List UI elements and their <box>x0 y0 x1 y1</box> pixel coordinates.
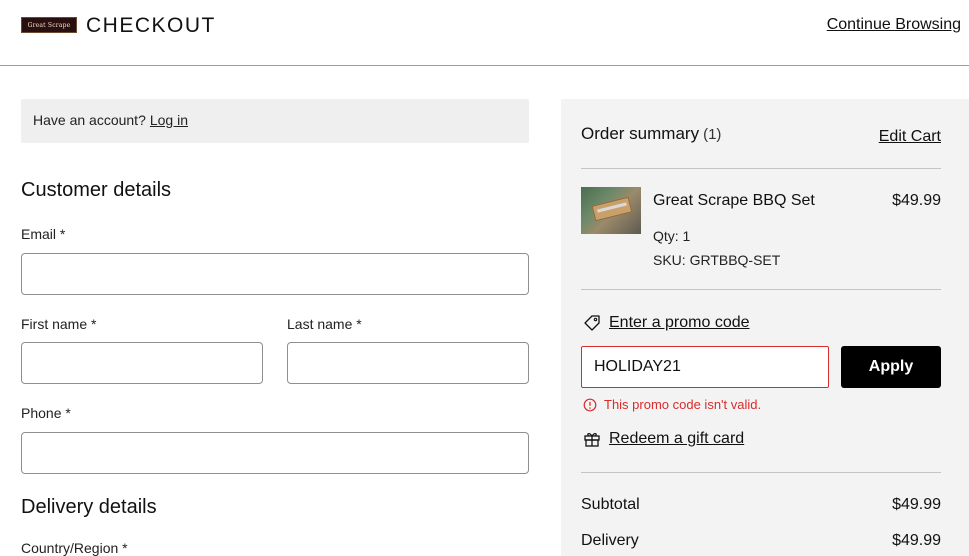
delivery-details-heading: Delivery details <box>21 496 157 518</box>
customer-details-heading: Customer details <box>21 179 172 201</box>
order-item-count: (1) <box>703 126 722 143</box>
product-quantity: Qty: 1 <box>653 228 691 244</box>
product-thumbnail <box>581 187 641 234</box>
account-login-banner: Have an account? Log in <box>21 99 529 143</box>
gift-icon <box>584 433 600 447</box>
continue-browsing-link[interactable]: Continue Browsing <box>827 16 961 34</box>
order-summary-title: Order summary (1) <box>581 124 721 144</box>
email-label: Email * <box>21 226 66 242</box>
first-name-field[interactable] <box>21 342 263 384</box>
last-name-field[interactable] <box>287 342 529 384</box>
gift-card-toggle[interactable]: Redeem a gift card <box>583 430 744 448</box>
promo-error-message: This promo code isn't valid. <box>583 397 761 412</box>
last-name-label: Last name * <box>287 316 362 332</box>
subtotal-label: Subtotal <box>581 496 640 513</box>
promo-code-input[interactable] <box>581 346 829 388</box>
product-price: $49.99 <box>892 192 941 209</box>
email-field[interactable] <box>21 253 529 295</box>
divider <box>581 168 941 169</box>
first-name-label: First name * <box>21 316 97 332</box>
page-title: CHECKOUT <box>86 14 216 37</box>
tag-icon <box>584 315 600 331</box>
product-sku: SKU: GRTBBQ-SET <box>653 252 781 268</box>
login-link[interactable]: Log in <box>150 112 188 128</box>
edit-cart-link[interactable]: Edit Cart <box>879 128 941 146</box>
brand-logo[interactable]: Great Scrape <box>21 17 77 33</box>
apply-promo-button[interactable]: Apply <box>841 346 941 388</box>
header: Great Scrape CHECKOUT Continue Browsing <box>0 0 969 66</box>
account-prompt: Have an account? <box>33 112 146 128</box>
phone-label: Phone * <box>21 405 71 421</box>
phone-field[interactable] <box>21 432 529 474</box>
subtotal-value: $49.99 <box>892 496 941 513</box>
promo-error-text: This promo code isn't valid. <box>604 397 762 412</box>
order-summary-panel: Order summary (1) Edit Cart Great Scrape … <box>561 99 969 556</box>
logo-text: Great Scrape <box>27 21 71 29</box>
product-name: Great Scrape BBQ Set <box>653 192 815 209</box>
promo-code-toggle[interactable]: Enter a promo code <box>583 313 750 333</box>
divider <box>581 289 941 290</box>
error-icon <box>583 398 597 411</box>
promo-code-link[interactable]: Enter a promo code <box>609 314 750 332</box>
order-summary-heading: Order summary <box>581 124 700 143</box>
delivery-label: Delivery <box>581 532 639 549</box>
divider <box>581 472 941 473</box>
delivery-value: $49.99 <box>892 532 941 549</box>
gift-card-link[interactable]: Redeem a gift card <box>609 430 744 448</box>
country-region-label: Country/Region * <box>21 540 128 556</box>
